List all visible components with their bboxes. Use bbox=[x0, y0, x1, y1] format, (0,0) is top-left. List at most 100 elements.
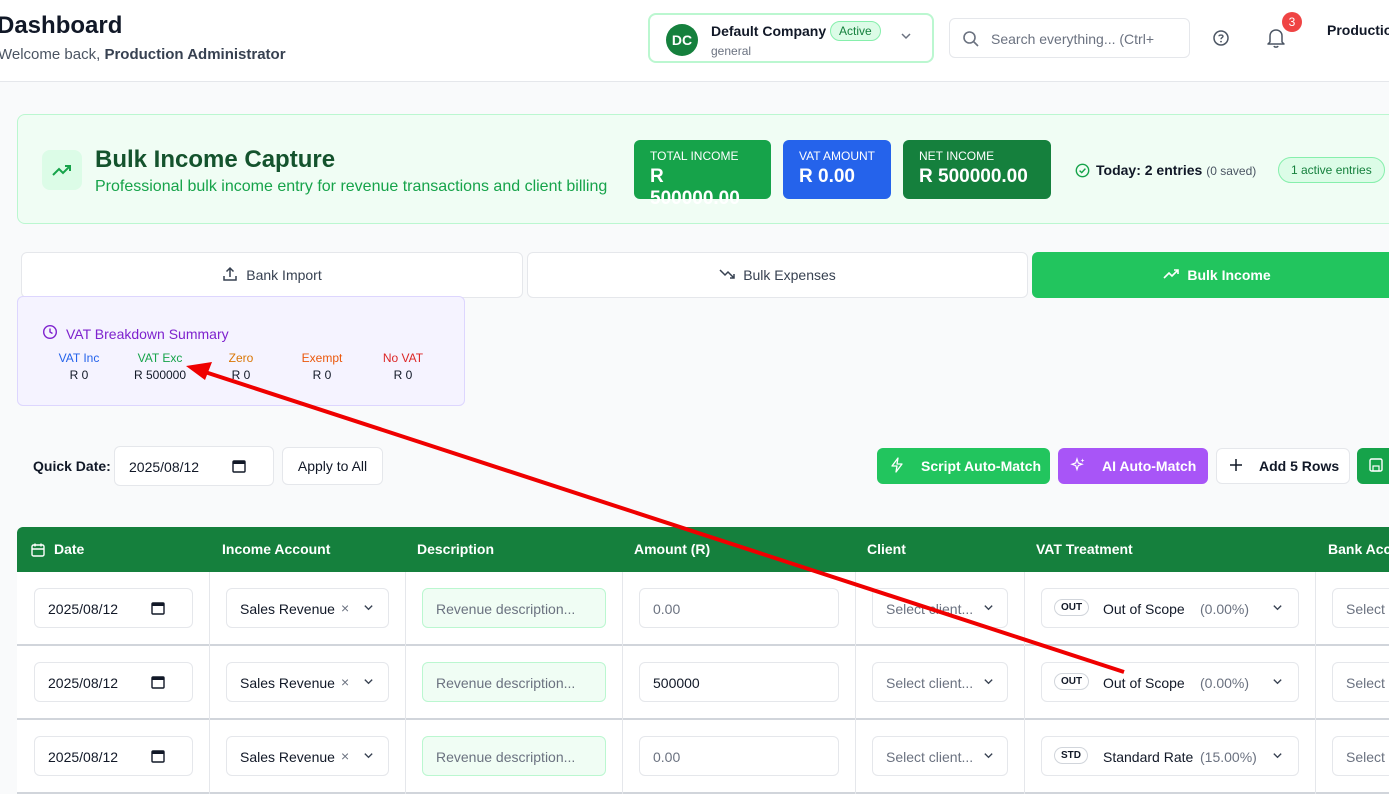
clear-icon[interactable]: × bbox=[341, 748, 349, 764]
vat-col-exc: VAT Exc R 500000 bbox=[133, 351, 187, 382]
tab-bulk-income[interactable]: Bulk Income bbox=[1032, 252, 1389, 298]
help-icon[interactable] bbox=[1212, 29, 1230, 52]
chevron-down-icon bbox=[1272, 750, 1283, 764]
chevron-down-icon bbox=[1272, 602, 1283, 616]
clear-icon[interactable]: × bbox=[341, 600, 349, 616]
column-header-account: Income Account bbox=[222, 541, 331, 557]
quick-date-input[interactable]: 2025/08/12 bbox=[114, 446, 274, 486]
search-icon bbox=[962, 30, 980, 53]
bulk-income-header: Bulk Income Capture Professional bulk in… bbox=[17, 114, 1389, 224]
chevron-down-icon bbox=[983, 750, 994, 764]
company-name: Default Company bbox=[711, 23, 827, 39]
calendar-icon bbox=[151, 675, 165, 692]
vat-col-inc: VAT Inc R 0 bbox=[58, 351, 100, 382]
bell-icon[interactable] bbox=[1266, 27, 1286, 54]
apply-to-all-button[interactable]: Apply to All bbox=[282, 447, 383, 485]
amount-input[interactable]: 500000 bbox=[639, 662, 839, 702]
stat-total-income: TOTAL INCOME R 500000.00 bbox=[634, 140, 771, 209]
tab-bank-import[interactable]: Bank Import bbox=[21, 252, 523, 298]
script-auto-match-button[interactable]: Script Auto-Match bbox=[877, 448, 1050, 484]
chevron-down-icon bbox=[363, 676, 374, 690]
table-row: 2025/08/12 Sales Revenue × Revenue descr… bbox=[17, 720, 1389, 794]
plus-icon bbox=[1229, 458, 1243, 475]
stat-vat-amount: VAT AMOUNT R 0.00 bbox=[783, 140, 891, 199]
table-row: 2025/08/12 Sales Revenue × Revenue descr… bbox=[17, 572, 1389, 646]
trending-down-icon bbox=[719, 267, 735, 283]
vat-treatment-select[interactable]: OUT Out of Scope (0.00%) bbox=[1041, 662, 1299, 702]
company-selector[interactable]: DC Default Company Active general bbox=[648, 13, 934, 63]
top-bar: Dashboard Welcome back, Production Admin… bbox=[0, 0, 1389, 82]
table-row: 2025/08/12 Sales Revenue × Revenue descr… bbox=[17, 646, 1389, 720]
vat-code-badge: OUT bbox=[1054, 673, 1090, 690]
search-input[interactable]: Search everything... (Ctrl+ bbox=[949, 18, 1190, 58]
tab-bulk-expenses[interactable]: Bulk Expenses bbox=[527, 252, 1028, 298]
column-header-bank: Bank Acco bbox=[1328, 541, 1389, 557]
quick-date-label: Quick Date: bbox=[33, 458, 111, 474]
upload-icon bbox=[222, 266, 238, 285]
today-summary: Today: 2 entries (0 saved) bbox=[1075, 162, 1256, 181]
vat-col-novat: No VAT R 0 bbox=[382, 351, 424, 382]
notification-badge: 3 bbox=[1282, 12, 1302, 32]
description-input[interactable]: Revenue description... bbox=[422, 736, 606, 776]
column-header-description: Description bbox=[417, 541, 495, 557]
calendar-icon bbox=[151, 601, 165, 618]
income-account-select[interactable]: Sales Revenue × bbox=[226, 662, 389, 702]
description-input[interactable]: Revenue description... bbox=[422, 662, 606, 702]
vat-code-badge: OUT bbox=[1054, 599, 1090, 616]
vat-treatment-select[interactable]: STD Standard Rate (15.00%) bbox=[1041, 736, 1299, 776]
trending-up-icon bbox=[42, 150, 82, 190]
amount-input[interactable]: 0.00 bbox=[639, 736, 839, 776]
ai-auto-match-button[interactable]: AI Auto-Match bbox=[1058, 448, 1208, 484]
clear-icon[interactable]: × bbox=[341, 674, 349, 690]
save-icon bbox=[1369, 457, 1383, 475]
bank-account-select[interactable]: Select b bbox=[1332, 736, 1389, 776]
vat-col-zero: Zero R 0 bbox=[228, 351, 254, 382]
vat-code-badge: STD bbox=[1054, 747, 1088, 764]
vat-breakdown-summary: VAT Breakdown Summary VAT Inc R 0 VAT Exc… bbox=[17, 296, 465, 406]
column-header-amount: Amount (R) bbox=[634, 541, 711, 557]
calendar-icon bbox=[232, 459, 246, 478]
page-title: Dashboard bbox=[0, 12, 123, 39]
amount-input[interactable]: 0.00 bbox=[639, 588, 839, 628]
chevron-down-icon bbox=[900, 30, 912, 45]
clock-icon bbox=[42, 324, 58, 343]
vat-treatment-select[interactable]: OUT Out of Scope (0.00%) bbox=[1041, 588, 1299, 628]
calendar-icon bbox=[151, 749, 165, 766]
company-sub: general bbox=[711, 44, 752, 58]
bank-account-select[interactable]: Select b bbox=[1332, 588, 1389, 628]
stat-net-income: NET INCOME R 500000.00 bbox=[903, 140, 1051, 199]
user-name: Production Administrator bbox=[104, 46, 286, 63]
column-header-client: Client bbox=[867, 541, 906, 557]
company-avatar: DC bbox=[666, 24, 698, 56]
column-header-date: Date bbox=[54, 541, 85, 557]
column-header-vat: VAT Treatment bbox=[1036, 541, 1133, 557]
bank-account-select[interactable]: Select b bbox=[1332, 662, 1389, 702]
save-button[interactable] bbox=[1357, 448, 1389, 484]
zap-icon bbox=[889, 456, 905, 476]
add-5-rows-button[interactable]: Add 5 Rows bbox=[1216, 448, 1350, 484]
welcome-text: Welcome back, Production Administrator bbox=[0, 46, 286, 63]
active-entries-badge: 1 active entries bbox=[1278, 157, 1385, 183]
company-status-badge: Active bbox=[830, 21, 881, 41]
table-header: Date Income Account Description Amount (… bbox=[17, 527, 1389, 572]
trending-up-icon bbox=[1163, 267, 1180, 283]
chevron-down-icon bbox=[983, 676, 994, 690]
description-input[interactable]: Revenue description... bbox=[422, 588, 606, 628]
date-input[interactable]: 2025/08/12 bbox=[34, 736, 193, 776]
client-select[interactable]: Select client... bbox=[872, 588, 1008, 628]
sparkles-icon bbox=[1070, 456, 1086, 476]
date-input[interactable]: 2025/08/12 bbox=[34, 588, 193, 628]
date-input[interactable]: 2025/08/12 bbox=[34, 662, 193, 702]
calendar-icon bbox=[31, 543, 45, 562]
user-menu[interactable]: Production bbox=[1327, 22, 1389, 38]
search-placeholder: Search everything... (Ctrl+ bbox=[991, 31, 1155, 47]
vat-summary-title: VAT Breakdown Summary bbox=[66, 325, 229, 342]
chevron-down-icon bbox=[983, 602, 994, 616]
check-circle-icon bbox=[1075, 163, 1090, 181]
income-account-select[interactable]: Sales Revenue × bbox=[226, 736, 389, 776]
client-select[interactable]: Select client... bbox=[872, 736, 1008, 776]
hero-title: Bulk Income Capture bbox=[95, 146, 336, 173]
income-account-select[interactable]: Sales Revenue × bbox=[226, 588, 389, 628]
client-select[interactable]: Select client... bbox=[872, 662, 1008, 702]
chevron-down-icon bbox=[363, 602, 374, 616]
